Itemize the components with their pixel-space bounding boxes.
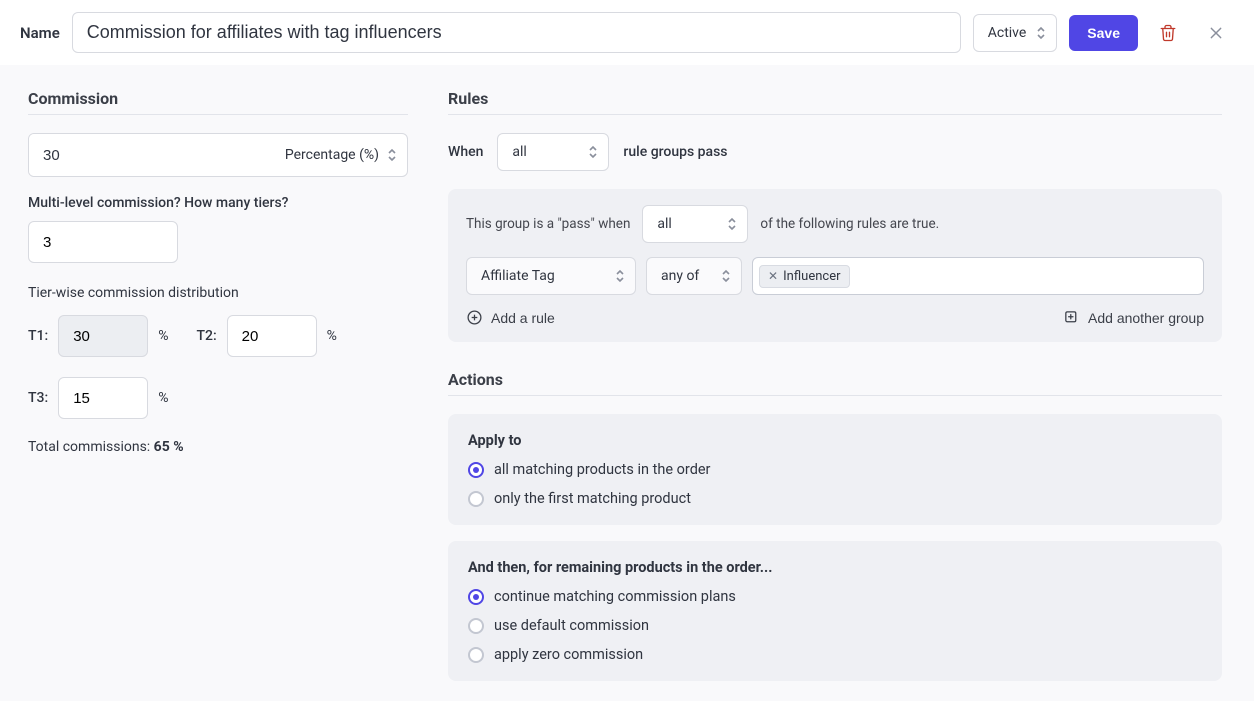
- then-heading: And then, for remaining products in the …: [468, 559, 1202, 576]
- when-mode-select[interactable]: all: [497, 133, 609, 171]
- then-card: And then, for remaining products in the …: [448, 541, 1222, 681]
- rule-tag-value: Influencer: [783, 269, 840, 284]
- status-value: Active: [988, 25, 1027, 41]
- commission-type-select[interactable]: Percentage (%): [271, 134, 407, 176]
- name-input[interactable]: [72, 12, 961, 53]
- tier-1-input: [58, 315, 148, 357]
- chevron-updown-icon: [615, 268, 625, 284]
- commission-value-input[interactable]: [29, 134, 271, 176]
- tier-2-label: T2:: [196, 328, 216, 344]
- tier-1-unit: %: [158, 328, 168, 344]
- page-header: Name Active Save: [0, 0, 1254, 65]
- radio-icon[interactable]: [468, 491, 484, 507]
- rule-op-select[interactable]: any of: [646, 257, 742, 295]
- page-body: Commission Percentage (%) Multi-level co…: [0, 65, 1254, 701]
- group-mode-value: all: [657, 216, 671, 232]
- tier-2-input[interactable]: [227, 315, 317, 357]
- close-button[interactable]: [1198, 15, 1234, 51]
- apply-to-option-1[interactable]: only the first matching product: [468, 490, 1202, 507]
- then-option-1[interactable]: use default commission: [468, 617, 1202, 634]
- add-rule-button[interactable]: Add a rule: [466, 309, 555, 326]
- actions-title: Actions: [448, 370, 1222, 396]
- add-rule-label: Add a rule: [491, 310, 555, 326]
- tier-3-unit: %: [158, 390, 168, 406]
- add-group-label: Add another group: [1088, 310, 1204, 326]
- chevron-updown-icon: [721, 268, 731, 284]
- tier-3-input[interactable]: [58, 377, 148, 419]
- radio-icon[interactable]: [468, 462, 484, 478]
- apply-to-heading: Apply to: [468, 432, 1202, 449]
- total-label: Total commissions:: [28, 439, 154, 455]
- commission-type-value: Percentage (%): [285, 147, 379, 163]
- commission-value-row: Percentage (%): [28, 133, 408, 177]
- rules-title: Rules: [448, 89, 1222, 115]
- apply-to-label-1: only the first matching product: [494, 490, 691, 507]
- add-group-button[interactable]: Add another group: [1063, 309, 1204, 326]
- group-suffix: of the following rules are true.: [760, 216, 939, 232]
- rules-when-row: When all rule groups pass: [448, 133, 1222, 171]
- tier-1-label: T1:: [28, 328, 48, 344]
- then-option-0[interactable]: continue matching commission plans: [468, 588, 1202, 605]
- group-head: This group is a "pass" when all of the f…: [466, 205, 1204, 243]
- when-mode-value: all: [512, 144, 526, 160]
- dist-label: Tier-wise commission distribution: [28, 285, 408, 301]
- tier-row-2: T3: %: [28, 377, 408, 419]
- then-label-1: use default commission: [494, 617, 649, 634]
- status-select[interactable]: Active: [973, 14, 1058, 52]
- then-option-2[interactable]: apply zero commission: [468, 646, 1202, 663]
- save-button[interactable]: Save: [1069, 15, 1138, 51]
- radio-icon[interactable]: [468, 589, 484, 605]
- rule-tag-chip: ✕ Influencer: [759, 265, 850, 288]
- add-group-icon: [1063, 309, 1080, 326]
- commission-title: Commission: [28, 89, 408, 115]
- chevron-updown-icon: [387, 147, 397, 163]
- chevron-updown-icon: [588, 144, 598, 160]
- group-prefix: This group is a "pass" when: [466, 216, 630, 232]
- rule-op-value: any of: [661, 268, 699, 284]
- tier-1: T1: %: [28, 315, 168, 357]
- delete-button[interactable]: [1150, 15, 1186, 51]
- commission-panel: Commission Percentage (%) Multi-level co…: [28, 89, 408, 677]
- apply-to-label-0: all matching products in the order: [494, 461, 710, 478]
- tier-3-label: T3:: [28, 390, 48, 406]
- rule-field-select[interactable]: Affiliate Tag: [466, 257, 636, 295]
- tiers-count-input[interactable]: [28, 221, 178, 263]
- tier-row-1: T1: % T2: %: [28, 315, 408, 357]
- rule-tag-input[interactable]: ✕ Influencer: [752, 257, 1204, 295]
- radio-icon[interactable]: [468, 618, 484, 634]
- close-icon: [1208, 25, 1224, 41]
- total-value: 65 %: [154, 439, 184, 455]
- chevron-updown-icon: [727, 216, 737, 232]
- when-suffix: rule groups pass: [623, 144, 727, 160]
- then-label-0: continue matching commission plans: [494, 588, 736, 605]
- trash-icon: [1159, 24, 1177, 42]
- group-mode-select[interactable]: all: [642, 205, 748, 243]
- tier-2: T2: %: [196, 315, 336, 357]
- apply-to-card: Apply to all matching products in the or…: [448, 414, 1222, 525]
- radio-icon[interactable]: [468, 647, 484, 663]
- rule-field-value: Affiliate Tag: [481, 268, 555, 284]
- mlm-label: Multi-level commission? How many tiers?: [28, 195, 408, 211]
- then-label-2: apply zero commission: [494, 646, 643, 663]
- when-label: When: [448, 144, 483, 160]
- rule-line: Affiliate Tag any of ✕ Influencer: [466, 257, 1204, 295]
- tier-2-unit: %: [327, 328, 337, 344]
- tag-remove-icon[interactable]: ✕: [768, 269, 778, 283]
- plus-circle-icon: [466, 309, 483, 326]
- rules-actions-panel: Rules When all rule groups pass This gro…: [448, 89, 1222, 677]
- group-actions: Add a rule Add another group: [466, 309, 1204, 326]
- name-label: Name: [20, 24, 60, 42]
- apply-to-option-0[interactable]: all matching products in the order: [468, 461, 1202, 478]
- chevron-updown-icon: [1036, 25, 1046, 41]
- rule-group: This group is a "pass" when all of the f…: [448, 189, 1222, 342]
- total-commissions: Total commissions: 65 %: [28, 439, 408, 455]
- tier-3: T3: %: [28, 377, 168, 419]
